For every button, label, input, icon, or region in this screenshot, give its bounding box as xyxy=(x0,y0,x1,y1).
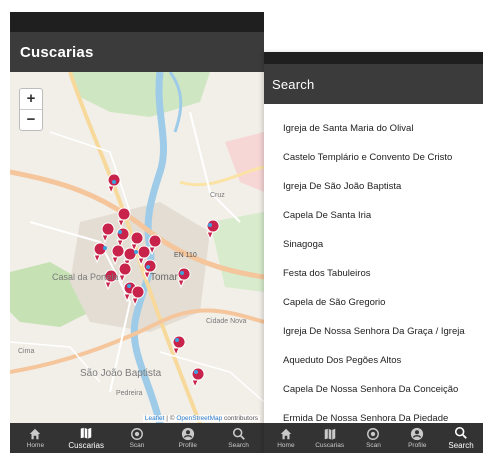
nav-scan[interactable]: Scan xyxy=(353,427,393,449)
map-label-pedreira: Pedreira xyxy=(116,390,143,397)
nav-profile-label: Profile xyxy=(178,442,197,449)
status-bar xyxy=(10,12,264,32)
nav-cuscarias-label: Cuscarias xyxy=(315,442,345,449)
app-bar: Cuscarias xyxy=(10,32,264,72)
scan-icon xyxy=(367,428,380,440)
list-item[interactable]: Capela de São Gregorio xyxy=(264,288,483,317)
nav-cuscarias[interactable]: Cuscarias xyxy=(66,426,106,450)
map-label-cidade-nova: Cidade Nova xyxy=(206,318,247,325)
attribution-contributors: contributors xyxy=(222,415,258,422)
nav-scan[interactable]: Scan xyxy=(117,427,157,449)
list-item[interactable]: Igreja De Nossa Senhora Da Graça / Igrej… xyxy=(264,317,483,346)
map-label-tomar: Tomar xyxy=(150,272,178,283)
nav-home[interactable]: Home xyxy=(266,427,306,449)
leaflet-link[interactable]: Leaflet xyxy=(145,415,165,422)
page-title: Cuscarias xyxy=(20,43,94,61)
list-item[interactable]: Capela De Santa Iria xyxy=(264,201,483,230)
app-bar: Search xyxy=(264,64,483,104)
nav-cuscarias[interactable]: Cuscarias xyxy=(310,427,350,449)
nav-search[interactable]: Search xyxy=(219,427,259,449)
zoom-control: + − xyxy=(19,88,43,131)
search-icon xyxy=(455,426,467,439)
nav-search-label: Search xyxy=(448,441,474,450)
osm-link[interactable]: OpenStreetMap xyxy=(176,415,222,422)
attribution-separator: | © xyxy=(164,415,177,422)
nav-search[interactable]: Search xyxy=(441,426,481,450)
nav-search-label: Search xyxy=(228,442,249,449)
nav-profile[interactable]: Profile xyxy=(168,427,208,449)
page-title: Search xyxy=(272,76,315,92)
scan-icon xyxy=(131,428,143,440)
bottom-nav: Home Cuscarias Scan Profile Search xyxy=(10,423,264,453)
zoom-out-button[interactable]: − xyxy=(20,110,42,130)
nav-home-label: Home xyxy=(277,442,295,449)
list-item[interactable]: Sinagoga xyxy=(264,230,483,259)
nav-home-label: Home xyxy=(26,442,45,449)
map-label-sao-joao: São João Baptista xyxy=(80,368,162,379)
nav-home[interactable]: Home xyxy=(15,427,55,449)
map-label-cima: Cima xyxy=(18,348,35,355)
map-icon xyxy=(324,428,335,440)
profile-icon xyxy=(181,427,194,441)
nav-scan-label: Scan xyxy=(129,442,145,449)
search-screen: Search Igreja de Santa Maria do Olival C… xyxy=(264,52,483,453)
map-label-road: EN 110 xyxy=(174,252,197,259)
list-item[interactable]: Igreja De São João Baptista xyxy=(264,172,483,201)
search-results-list: Igreja de Santa Maria do Olival Castelo … xyxy=(264,104,483,433)
list-item[interactable]: Capela De Nossa Senhora Da Conceição xyxy=(264,375,483,404)
home-icon xyxy=(280,428,292,440)
map-view[interactable]: Casal da Portela Tomar São João Baptista… xyxy=(10,72,264,424)
nav-profile-label: Profile xyxy=(408,442,427,449)
nav-profile[interactable]: Profile xyxy=(397,427,437,449)
search-icon xyxy=(232,427,245,440)
home-icon xyxy=(30,428,41,440)
map-icon xyxy=(80,427,92,439)
profile-icon xyxy=(411,427,424,441)
nav-cuscarias-label: Cuscarias xyxy=(68,441,104,450)
nav-scan-label: Scan xyxy=(366,442,381,449)
map-label-cruz: Cruz xyxy=(210,192,225,199)
map-attribution: Leaflet | © OpenStreetMap contributors xyxy=(142,415,260,422)
zoom-in-button[interactable]: + xyxy=(20,89,42,110)
list-item[interactable]: Igreja de Santa Maria do Olival xyxy=(264,114,483,143)
map-screen: Cuscarias Casal da Portela Tomar São Joã… xyxy=(10,12,264,453)
list-item[interactable]: Festa dos Tabuleiros xyxy=(264,259,483,288)
map-label-casal: Casal da Portela xyxy=(52,272,119,282)
bottom-nav: Home Cuscarias Scan Profile Search xyxy=(264,423,483,453)
list-item[interactable]: Castelo Templário e Convento De Cristo xyxy=(264,143,483,172)
status-bar xyxy=(264,52,483,64)
list-item[interactable]: Aqueduto Dos Pegões Altos xyxy=(264,346,483,375)
